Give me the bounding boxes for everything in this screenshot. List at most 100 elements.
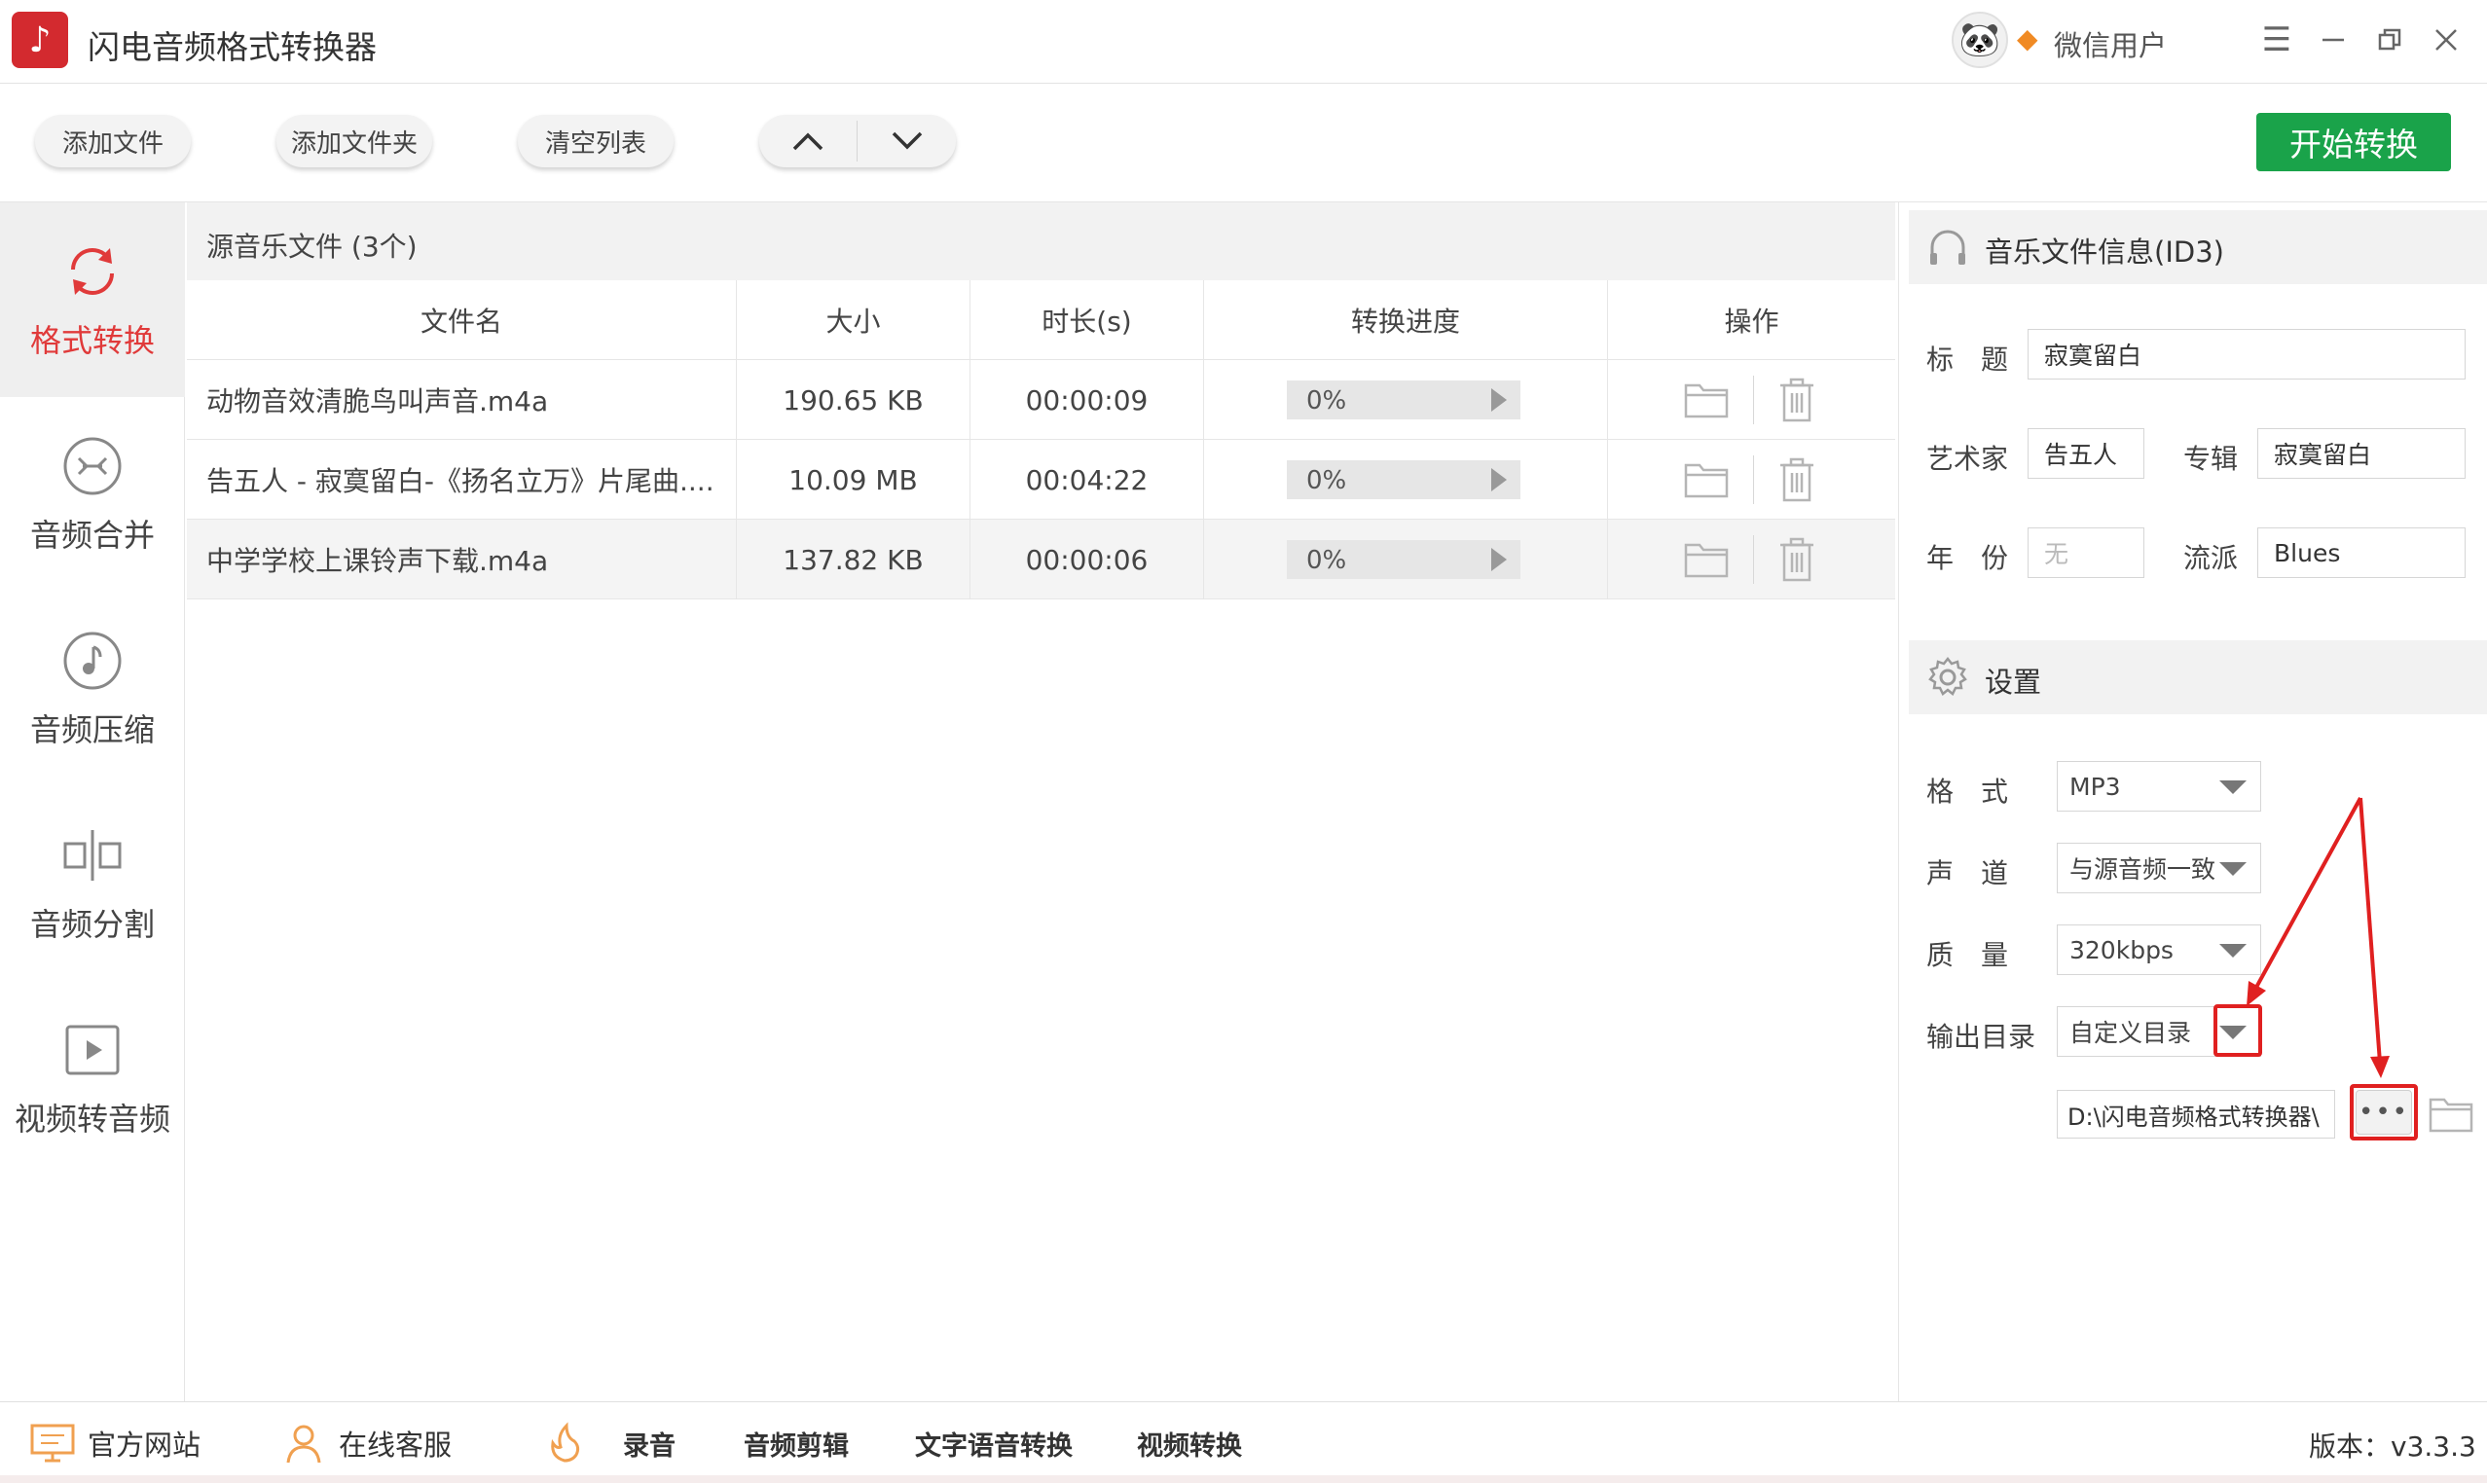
sidebar-label: 视频转音频 bbox=[14, 1101, 170, 1138]
app-logo-icon: ♪ bbox=[12, 12, 68, 68]
add-file-button[interactable]: 添加文件 bbox=[35, 115, 191, 167]
headphones-icon bbox=[1926, 226, 1969, 269]
user-avatar[interactable]: 🐼 bbox=[1952, 12, 2008, 68]
start-convert-button[interactable]: 开始转换 bbox=[2256, 113, 2451, 171]
user-name[interactable]: 微信用户 bbox=[2054, 23, 2167, 64]
split-icon bbox=[59, 822, 126, 888]
title-bar: ♪ 闪电音频格式转换器 🐼 ◆ 微信用户 ☰ bbox=[0, 0, 2487, 84]
annotation-arrows bbox=[2247, 797, 2390, 1078]
output-path-field[interactable]: D:\闪电音频格式转换器\ bbox=[2057, 1090, 2335, 1139]
annotation-arrow-line bbox=[2359, 797, 2382, 1064]
channel-select[interactable]: 与源音频一致 bbox=[2057, 843, 2261, 893]
title-field[interactable]: 寂寞留白 bbox=[2028, 329, 2466, 380]
online-service-label: 在线客服 bbox=[339, 1429, 453, 1462]
bottom-bar: 官方网站 在线客服 录音 音频剪辑 文字语音转换 视频转换 版本：v3.3.3 bbox=[0, 1401, 2487, 1483]
divider bbox=[1753, 376, 1754, 424]
id3-section-header: 音乐文件信息(ID3) bbox=[1909, 210, 2487, 284]
file-duration: 00:00:09 bbox=[970, 360, 1204, 440]
annotation-arrow-head bbox=[2370, 1056, 2390, 1078]
move-up-button[interactable] bbox=[759, 115, 857, 167]
format-label: 格 式 bbox=[1926, 776, 2009, 808]
close-icon[interactable] bbox=[2424, 18, 2469, 62]
quality-select[interactable]: 320kbps bbox=[2057, 924, 2261, 975]
menu-icon[interactable]: ☰ bbox=[2254, 18, 2299, 62]
restore-icon[interactable] bbox=[2367, 18, 2412, 62]
column-header-duration[interactable]: 时长(s) bbox=[970, 280, 1204, 360]
sidebar-item-video-to-audio[interactable]: 视频转音频 bbox=[0, 981, 185, 1176]
table-row[interactable]: 中学学校上课铃声下载.m4a 137.82 KB 00:00:06 0% bbox=[187, 520, 1895, 599]
music-note-icon bbox=[59, 628, 126, 694]
merge-icon bbox=[59, 433, 126, 499]
file-list-panel: 源音乐文件 (3个) 文件名 大小 时长(s) 转换进度 操作 动物音效清脆鸟叫… bbox=[187, 202, 1895, 1401]
right-panel: 音乐文件信息(ID3) 标 题 寂寞留白 艺术家 告五人 专辑 寂寞留白 年 份… bbox=[1898, 202, 2487, 1401]
file-duration: 00:04:22 bbox=[970, 440, 1204, 520]
output-dir-value: 自定义目录 bbox=[2069, 1019, 2192, 1047]
genre-field[interactable]: Blues bbox=[2257, 527, 2466, 578]
progress-bar: 0% bbox=[1287, 540, 1520, 579]
online-service-link[interactable]: 在线客服 bbox=[280, 1402, 452, 1484]
column-header-filename[interactable]: 文件名 bbox=[187, 280, 737, 360]
open-folder-icon[interactable] bbox=[2429, 1094, 2473, 1133]
sidebar-item-audio-merge[interactable]: 音频合并 bbox=[0, 397, 185, 592]
settings-section-header: 设置 bbox=[1909, 640, 2487, 714]
file-size: 10.09 MB bbox=[737, 440, 970, 520]
browse-button[interactable]: ••• bbox=[2356, 1090, 2412, 1135]
person-icon bbox=[280, 1420, 327, 1466]
convert-icon bbox=[59, 238, 126, 305]
channel-label: 声 道 bbox=[1926, 857, 2009, 889]
play-icon[interactable] bbox=[1491, 388, 1507, 412]
vip-diamond-icon: ◆ bbox=[2017, 22, 2038, 54]
minimize-icon[interactable] bbox=[2311, 18, 2356, 62]
sidebar-item-audio-compress[interactable]: 音频压缩 bbox=[0, 592, 185, 786]
table-header: 文件名 大小 时长(s) 转换进度 操作 bbox=[187, 280, 1895, 360]
column-header-progress[interactable]: 转换进度 bbox=[1204, 280, 1608, 360]
play-icon[interactable] bbox=[1491, 468, 1507, 491]
delete-icon[interactable] bbox=[1777, 457, 1816, 502]
open-folder-icon[interactable] bbox=[1684, 380, 1729, 418]
chevron-down-icon bbox=[892, 131, 923, 150]
progress-text: 0% bbox=[1306, 546, 1347, 575]
delete-icon[interactable] bbox=[1777, 378, 1816, 422]
bottom-strip bbox=[0, 1475, 2487, 1483]
artist-field[interactable]: 告五人 bbox=[2028, 428, 2144, 479]
file-list-title: 源音乐文件 (3个) bbox=[206, 231, 418, 263]
official-website-link[interactable]: 官方网站 bbox=[29, 1402, 201, 1484]
gear-icon bbox=[1926, 656, 1969, 699]
open-folder-icon[interactable] bbox=[1684, 459, 1729, 498]
play-icon[interactable] bbox=[1491, 548, 1507, 571]
table-row[interactable]: 动物音效清脆鸟叫声音.m4a 190.65 KB 00:00:09 0% bbox=[187, 360, 1895, 440]
artist-label: 艺术家 bbox=[1926, 443, 2009, 475]
divider bbox=[1753, 535, 1754, 584]
album-field[interactable]: 寂寞留白 bbox=[2257, 428, 2466, 479]
official-website-label: 官方网站 bbox=[88, 1429, 201, 1462]
move-down-button[interactable] bbox=[859, 115, 956, 167]
sidebar-label: 音频分割 bbox=[29, 906, 155, 943]
sidebar: 格式转换 音频合并 音频压缩 音频分割 视频转音频 bbox=[0, 202, 185, 1401]
file-size: 190.65 KB bbox=[737, 360, 970, 440]
title-label: 标 题 bbox=[1926, 344, 2009, 376]
sidebar-item-format-convert[interactable]: 格式转换 bbox=[0, 202, 185, 397]
format-select[interactable]: MP3 bbox=[2057, 761, 2261, 812]
sidebar-label: 格式转换 bbox=[29, 322, 155, 359]
column-header-actions: 操作 bbox=[1724, 306, 1779, 338]
id3-section-title: 音乐文件信息(ID3) bbox=[1985, 235, 2224, 269]
sidebar-item-audio-split[interactable]: 音频分割 bbox=[0, 786, 185, 981]
version-label: 版本：v3.3.3 bbox=[2309, 1430, 2476, 1463]
genre-label: 流派 bbox=[2183, 542, 2239, 574]
clear-list-button[interactable]: 清空列表 bbox=[518, 115, 674, 167]
channel-value: 与源音频一致 bbox=[2069, 855, 2216, 884]
video-convert-link[interactable]: 视频转换 bbox=[1137, 1402, 1242, 1484]
add-folder-button[interactable]: 添加文件夹 bbox=[276, 115, 432, 167]
text-to-speech-link[interactable]: 文字语音转换 bbox=[915, 1402, 1073, 1484]
audio-edit-link[interactable]: 音频剪辑 bbox=[744, 1402, 849, 1484]
year-field[interactable]: 无 bbox=[2028, 527, 2144, 578]
open-folder-icon[interactable] bbox=[1684, 539, 1729, 578]
progress-text: 0% bbox=[1306, 386, 1347, 416]
divider bbox=[1753, 455, 1754, 504]
quality-value: 320kbps bbox=[2069, 935, 2174, 964]
column-header-size[interactable]: 大小 bbox=[737, 280, 970, 360]
record-link[interactable]: 录音 bbox=[623, 1402, 676, 1484]
table-row[interactable]: 告五人 - 寂寞留白-《扬名立万》片尾曲.... 10.09 MB 00:04:… bbox=[187, 440, 1895, 520]
delete-icon[interactable] bbox=[1777, 537, 1816, 582]
year-label: 年 份 bbox=[1926, 542, 2009, 574]
